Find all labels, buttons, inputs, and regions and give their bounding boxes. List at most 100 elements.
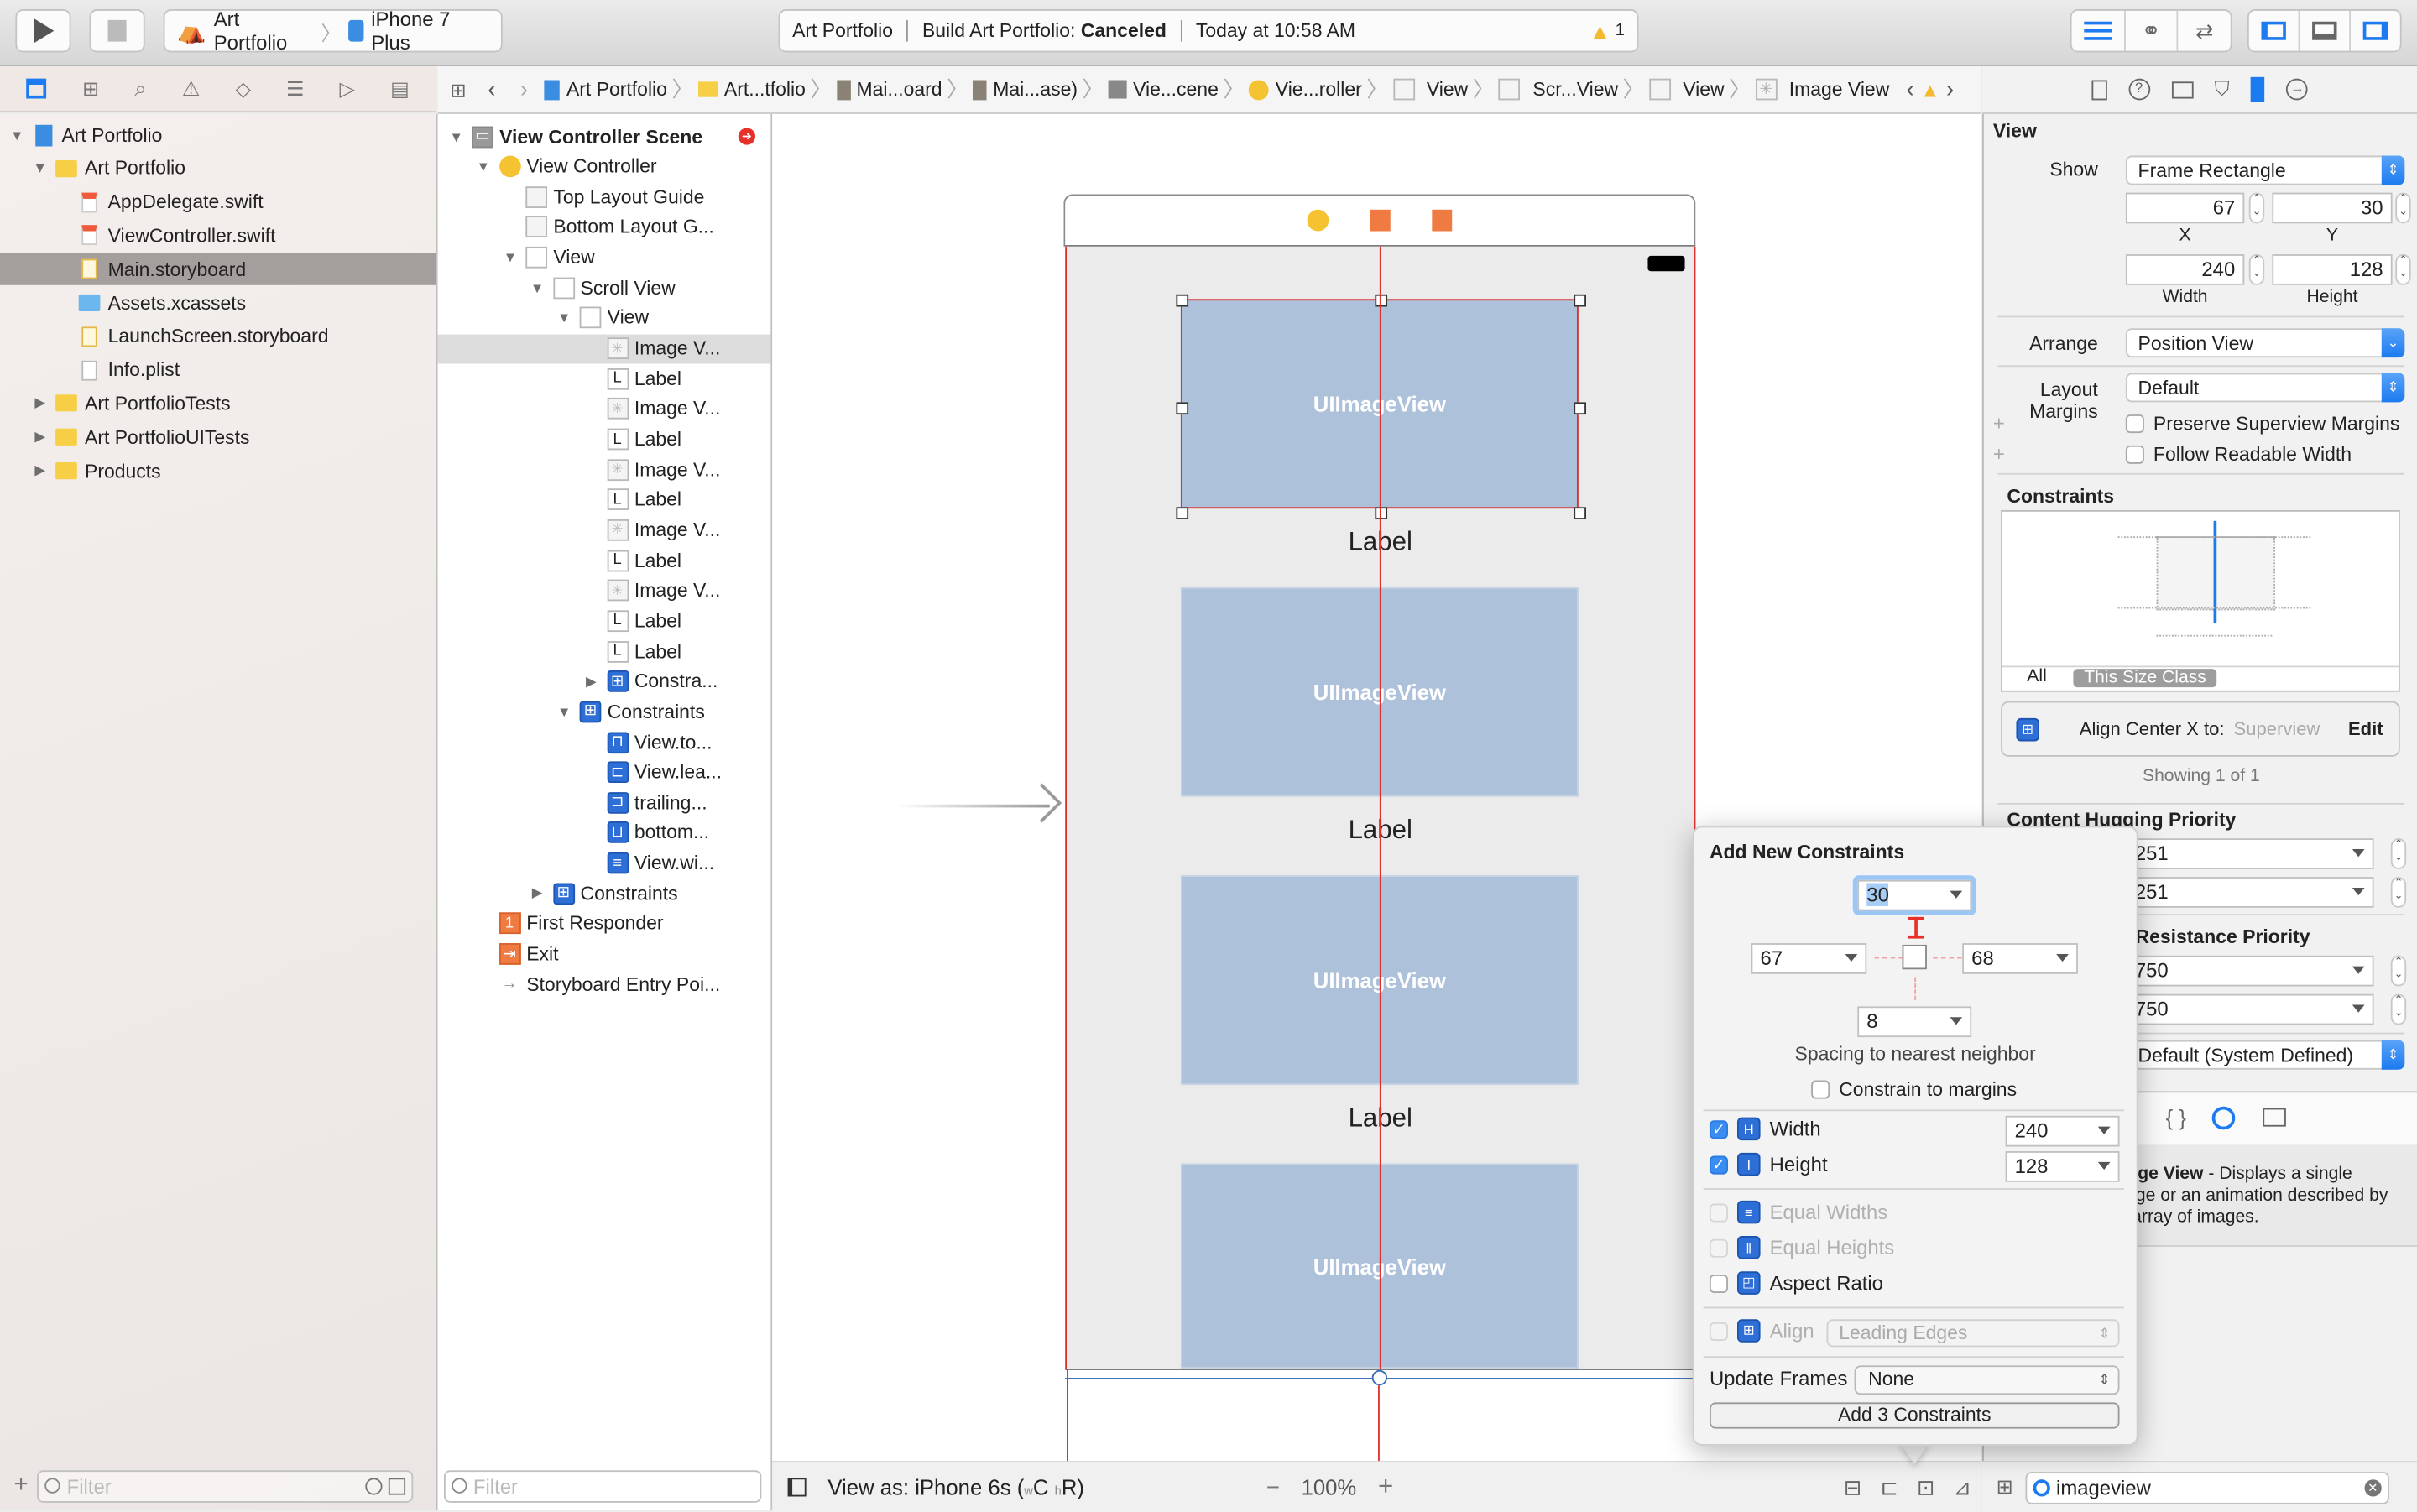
grid-view-toggle-icon[interactable]: ⊞ (1997, 1475, 2013, 1499)
trailing-spacing-field[interactable]: 68 (1962, 943, 2078, 974)
back-button[interactable]: ‹ (488, 76, 495, 102)
hugging-horizontal-stepper[interactable]: ⌃ ⌄ (2390, 838, 2407, 869)
resize-handle[interactable] (1176, 507, 1189, 519)
preserve-superview-margins-checkbox[interactable]: Preserve Superview Margins (2125, 413, 2399, 435)
object-library-tab[interactable] (2211, 1106, 2236, 1130)
size-inspector-tab[interactable] (2251, 76, 2265, 102)
navigator-item[interactable]: Info.plist (0, 354, 436, 387)
navigator-item[interactable]: ▼ Art Portfolio (0, 152, 436, 185)
crumb-view-controller[interactable]: Vie...roller (1245, 79, 1366, 100)
resize-handle[interactable] (1574, 294, 1587, 307)
debug-navigator-tab[interactable]: ☰ (286, 76, 304, 101)
symbol-navigator-tab[interactable]: ⊞ (82, 76, 99, 101)
version-editor-button[interactable]: ⇄ (2179, 11, 2231, 51)
bottom-spacing-field[interactable]: 8 (1857, 1006, 1972, 1038)
pin-button[interactable]: ⊡ (1917, 1474, 1935, 1500)
resize-handle[interactable] (1574, 507, 1587, 519)
test-navigator-tab[interactable]: ◇ (235, 76, 250, 101)
attributes-inspector-tab[interactable]: ⛉ (2215, 77, 2230, 102)
related-items-icon[interactable]: ⊞ (450, 78, 466, 102)
stop-button[interactable] (89, 9, 145, 53)
outline-item[interactable]: 1 First Responder (438, 909, 771, 938)
filter-size-class-tab[interactable]: This Size Class (2073, 669, 2217, 688)
outline-item[interactable]: ▼ ⊞ Constraints (438, 697, 771, 727)
zoom-out-button[interactable]: − (1266, 1474, 1280, 1500)
stack-button[interactable]: ⊟ (1844, 1474, 1862, 1500)
find-navigator-tab[interactable]: ⌕ (134, 76, 146, 102)
arrange-popup[interactable]: Position View ⌄ (2125, 328, 2405, 358)
resize-handle[interactable] (1176, 402, 1189, 415)
disclosure-triangle-icon[interactable]: ▶ (33, 462, 48, 479)
run-button[interactable] (15, 9, 71, 53)
outline-item[interactable]: L Label (438, 485, 771, 514)
outline-item[interactable]: ▼ View (438, 242, 771, 272)
zoom-in-button[interactable]: + (1378, 1472, 1393, 1503)
aspect-ratio-checkbox[interactable] (1709, 1274, 1728, 1293)
filter-all-tab[interactable]: All (2027, 667, 2046, 686)
navigator-filter-field[interactable]: Filter (37, 1469, 414, 1502)
add-file-button[interactable]: + (14, 1472, 29, 1499)
height-stepper[interactable]: ⌃ ⌄ (2395, 254, 2411, 285)
outline-item[interactable]: → Storyboard Entry Poi... (438, 970, 771, 999)
constraint-row[interactable]: ⊞ Align Center X to: Superview Edit (2001, 701, 2400, 757)
width-value-field[interactable]: 240 (2005, 1115, 2120, 1147)
navigator-item[interactable]: Main.storyboard (0, 253, 436, 286)
add-variation-icon[interactable]: + (1993, 442, 2005, 466)
navigator-item[interactable]: ▶ Art PortfolioTests (0, 388, 436, 420)
report-navigator-tab[interactable]: ▤ (390, 76, 410, 101)
height-checkbox[interactable]: ✓ (1709, 1155, 1728, 1174)
warning-icon[interactable]: ▲ (1920, 78, 1940, 102)
toggle-navigator-button[interactable] (2249, 10, 2300, 51)
y-field[interactable]: 30 (2272, 192, 2393, 224)
outline-item[interactable]: ✳ Image V... (438, 515, 771, 545)
disclosure-triangle-icon[interactable]: ▶ (33, 395, 48, 412)
recent-files-icon[interactable] (365, 1477, 384, 1494)
navigator-item[interactable]: Assets.xcassets (0, 287, 436, 320)
crumb-view[interactable]: View (1388, 78, 1473, 101)
disclosure-triangle-icon[interactable]: ▼ (556, 704, 572, 719)
outline-item[interactable]: ✳ Image V... (437, 333, 771, 363)
compression-horizontal-field[interactable]: 750 (2125, 955, 2374, 987)
layout-margins-popup[interactable]: Default ⇕ (2125, 373, 2405, 403)
resize-handle[interactable] (1574, 402, 1587, 415)
identity-inspector-tab[interactable] (2171, 81, 2193, 98)
outline-item[interactable]: ▶ ⊞ Constra... (438, 667, 771, 696)
outline-item[interactable]: L Label (438, 364, 771, 394)
edit-constraint-button[interactable]: Edit (2348, 718, 2383, 740)
file-inspector-tab[interactable] (2091, 79, 2107, 100)
warning-count[interactable]: 1 (1616, 22, 1625, 40)
standard-editor-button[interactable] (2072, 10, 2126, 51)
constraint-handle[interactable] (1371, 1369, 1388, 1386)
disclosure-triangle-icon[interactable]: ▼ (9, 128, 24, 143)
crumb-content-view[interactable]: View (1644, 78, 1729, 101)
outline-item[interactable]: Bottom Layout G... (438, 212, 771, 242)
crumb-image-view[interactable]: ✳ Image View (1751, 78, 1894, 101)
scheme-selector[interactable]: ⛺ Art Portfolio 〉 iPhone 7 Plus (163, 8, 503, 54)
height-value-field[interactable]: 128 (2005, 1151, 2120, 1182)
exit-dock-icon[interactable] (1432, 209, 1453, 232)
resize-handle[interactable] (1176, 294, 1189, 307)
outline-item[interactable]: ▼ ▭ View Controller Scene (438, 122, 771, 151)
clear-search-icon[interactable]: ✕ (2364, 1478, 2382, 1496)
outline-item[interactable]: L Label (438, 425, 771, 454)
crumb-scene[interactable]: Vie...cene (1104, 79, 1223, 100)
follow-readable-width-checkbox[interactable]: Follow Readable Width (2125, 444, 2352, 466)
y-stepper[interactable]: ⌃ ⌄ (2395, 192, 2411, 224)
crumb-storyboard-base[interactable]: Mai...ase) (968, 79, 1083, 100)
top-spacing-field[interactable]: 30 (1857, 879, 1972, 911)
constrain-to-margins-checkbox[interactable]: Constrain to margins (1811, 1079, 2017, 1100)
navigator-item[interactable]: AppDelegate.swift (0, 185, 436, 218)
outline-item[interactable]: ▼ View Controller (438, 152, 771, 181)
crumb-project[interactable]: Art Portfolio (540, 79, 672, 100)
align-popup[interactable]: Leading Edges ⇕ (1826, 1319, 2120, 1348)
outline-item[interactable]: ⊐ trailing... (438, 788, 771, 817)
disclosure-triangle-icon[interactable]: ▼ (556, 310, 572, 326)
outline-item[interactable]: ⊔ bottom... (438, 818, 771, 847)
show-popup[interactable]: Frame Rectangle ⇕ (2125, 155, 2405, 185)
scm-filter-icon[interactable] (389, 1477, 406, 1494)
toggle-utilities-button[interactable] (2351, 11, 2400, 51)
disclosure-triangle-icon[interactable]: ▼ (503, 250, 518, 265)
quick-help-tab[interactable]: ? (2127, 78, 2150, 101)
navigator-item[interactable]: ViewController.swift (0, 220, 436, 253)
issue-navigator-tab[interactable]: ⚠ (182, 76, 200, 101)
